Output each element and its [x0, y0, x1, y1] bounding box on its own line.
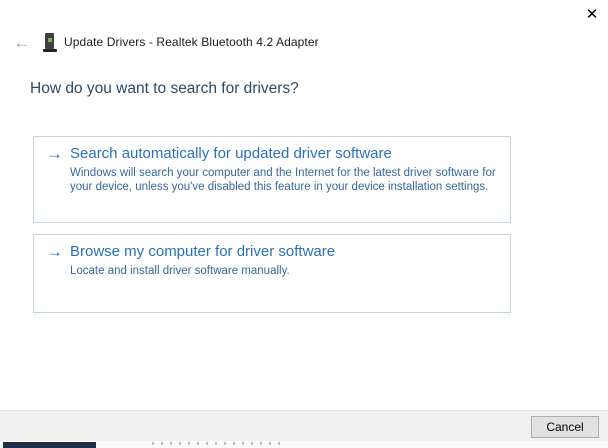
option-browse-computer[interactable]: → Browse my computer for driver software…: [33, 234, 511, 313]
arrow-right-icon: →: [46, 242, 63, 261]
taskbar-search-box-fragment: [3, 442, 96, 448]
wizard-footer: Cancel: [0, 410, 608, 441]
option-search-automatically[interactable]: → Search automatically for updated drive…: [33, 136, 511, 223]
update-drivers-window: ✕ ← Update Drivers - Realtek Bluetooth 4…: [0, 0, 608, 448]
cancel-button[interactable]: Cancel: [531, 416, 599, 438]
device-driver-icon: [43, 32, 57, 52]
close-icon: ✕: [585, 5, 599, 23]
option-title: Browse my computer for driver software: [70, 243, 336, 260]
wizard-header: ← Update Drivers - Realtek Bluetooth 4.2…: [10, 32, 319, 52]
taskbar-glyph-marks: [152, 442, 287, 445]
option-title: Search automatically for updated driver …: [70, 145, 392, 162]
window-title: Update Drivers - Realtek Bluetooth 4.2 A…: [64, 35, 319, 49]
option-description: Locate and install driver software manua…: [70, 265, 290, 277]
option-description: Windows will search your computer and th…: [70, 167, 496, 193]
close-button[interactable]: ✕: [576, 2, 608, 26]
taskbar-sliver[interactable]: [0, 441, 608, 448]
back-arrow-icon: ←: [13, 32, 31, 52]
arrow-right-icon: →: [46, 144, 63, 163]
main-instruction: How do you want to search for drivers?: [30, 80, 299, 97]
back-button[interactable]: ←: [10, 32, 34, 52]
